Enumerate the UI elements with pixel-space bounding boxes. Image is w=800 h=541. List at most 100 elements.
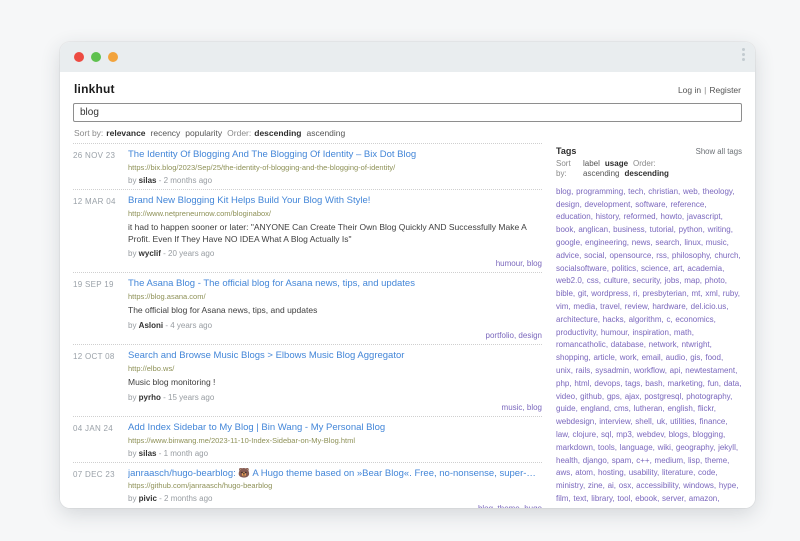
entry-tag-link[interactable]: portfolio: [486, 331, 514, 340]
sidebar-tag-link[interactable]: productivity: [556, 328, 596, 337]
sidebar-tag-link[interactable]: aws: [556, 468, 570, 477]
sidebar-tag-link[interactable]: howto: [661, 212, 682, 221]
tags-sort-option-usage[interactable]: usage: [605, 159, 628, 168]
sidebar-tag-link[interactable]: web2.0: [556, 276, 582, 285]
sidebar-tag-link[interactable]: gis: [690, 353, 700, 362]
register-link[interactable]: Register: [709, 85, 741, 95]
sidebar-tag-link[interactable]: api: [670, 366, 681, 375]
sidebar-tag-link[interactable]: presbyterian: [643, 289, 687, 298]
sidebar-tag-link[interactable]: photo: [705, 276, 725, 285]
sidebar-tag-link[interactable]: hardware: [652, 302, 685, 311]
sidebar-tag-link[interactable]: audio: [666, 353, 686, 362]
window-dot-red[interactable]: [74, 52, 84, 62]
sidebar-tag-link[interactable]: book: [556, 225, 573, 234]
sidebar-tag-link[interactable]: gps: [607, 392, 620, 401]
sidebar-tag-link[interactable]: algorithm: [629, 315, 662, 324]
sidebar-tag-link[interactable]: shopping: [556, 353, 588, 362]
sidebar-tag-link[interactable]: atom: [575, 468, 593, 477]
sidebar-tag-link[interactable]: clojure: [573, 430, 597, 439]
entry-tag-link[interactable]: blog: [478, 504, 493, 508]
sidebar-tag-link[interactable]: web: [683, 187, 698, 196]
sidebar-tag-link[interactable]: ajax: [625, 392, 640, 401]
sidebar-tag-link[interactable]: javascript: [687, 212, 721, 221]
sidebar-tag-link[interactable]: php: [556, 379, 569, 388]
sidebar-tag-link[interactable]: photography: [686, 392, 730, 401]
sidebar-tag-link[interactable]: mobile: [646, 507, 670, 508]
sidebar-tag-link[interactable]: education: [556, 212, 591, 221]
entry-tag-link[interactable]: blog: [527, 259, 542, 268]
sidebar-tag-link[interactable]: lutheran: [634, 404, 663, 413]
user-link[interactable]: silas: [139, 449, 157, 458]
sidebar-tag-link[interactable]: sysadmin: [595, 366, 629, 375]
sidebar-tag-link[interactable]: security: [633, 276, 660, 285]
brand-logo[interactable]: linkhut: [74, 82, 115, 96]
sidebar-tag-link[interactable]: ministry: [556, 481, 583, 490]
sidebar-tag-link[interactable]: dev-web: [585, 507, 615, 508]
sidebar-tag-link[interactable]: workflow: [634, 366, 665, 375]
sidebar-tag-link[interactable]: design: [556, 200, 580, 209]
sidebar-tag-link[interactable]: webdesign: [556, 417, 594, 426]
sidebar-tag-link[interactable]: tutorial: [650, 225, 674, 234]
sidebar-tag-link[interactable]: newtestament: [685, 366, 735, 375]
sidebar-tag-link[interactable]: theme: [705, 456, 727, 465]
sidebar-tag-link[interactable]: christian: [648, 187, 678, 196]
bookmark-title-link[interactable]: The Identity Of Blogging And The Bloggin…: [128, 149, 542, 162]
sidebar-tag-link[interactable]: geography: [676, 443, 713, 452]
sidebar-tag-link[interactable]: reference: [670, 200, 704, 209]
sidebar-tag-link[interactable]: library: [591, 494, 612, 503]
sidebar-tag-link[interactable]: wordpress: [591, 289, 628, 298]
sidebar-tag-link[interactable]: zine: [588, 481, 603, 490]
sidebar-tag-link[interactable]: rss: [656, 251, 667, 260]
sidebar-tag-link[interactable]: ruby: [723, 289, 738, 298]
sidebar-tag-link[interactable]: culture: [604, 276, 628, 285]
sidebar-tag-link[interactable]: art: [673, 264, 682, 273]
sidebar-tag-link[interactable]: unix: [556, 366, 571, 375]
sidebar-tag-link[interactable]: rails: [576, 366, 591, 375]
sidebar-tag-link[interactable]: health: [556, 456, 578, 465]
sidebar-tag-link[interactable]: css: [587, 276, 599, 285]
sidebar-tag-link[interactable]: travel: [600, 302, 620, 311]
sidebar-tag-link[interactable]: academia: [687, 264, 722, 273]
sidebar-tag-link[interactable]: jekyll: [718, 443, 736, 452]
user-link[interactable]: wyclif: [139, 249, 161, 258]
sort-option-recency[interactable]: recency: [151, 128, 181, 138]
sidebar-tag-link[interactable]: c: [666, 315, 670, 324]
entry-tag-link[interactable]: hugo: [524, 504, 542, 508]
tags-order-option-descending[interactable]: descending: [624, 169, 668, 178]
sidebar-tag-link[interactable]: devops: [594, 379, 620, 388]
sidebar-tag-link[interactable]: romancatholic: [556, 340, 606, 349]
user-link[interactable]: pyrho: [139, 393, 161, 402]
sidebar-tag-link[interactable]: hosting: [598, 468, 624, 477]
sidebar-tag-link[interactable]: history: [596, 212, 619, 221]
sidebar-tag-link[interactable]: markdown: [556, 443, 593, 452]
sidebar-tag-link[interactable]: hype: [719, 481, 736, 490]
sidebar-tag-link[interactable]: email: [642, 353, 661, 362]
sidebar-tag-link[interactable]: anglican: [578, 225, 608, 234]
sidebar-tag-link[interactable]: literature: [662, 468, 693, 477]
sidebar-tag-link[interactable]: mp3: [616, 430, 632, 439]
sidebar-tag-link[interactable]: webdev: [637, 430, 664, 439]
sidebar-tag-link[interactable]: engineering: [585, 238, 627, 247]
sidebar-tag-link[interactable]: bash: [645, 379, 662, 388]
sidebar-tag-link[interactable]: blog: [556, 187, 571, 196]
sidebar-tag-link[interactable]: philosophy: [672, 251, 710, 260]
sidebar-tag-link[interactable]: science: [641, 264, 668, 273]
sidebar-tag-link[interactable]: advice: [556, 251, 579, 260]
sidebar-tag-link[interactable]: del.icio.us: [691, 302, 727, 311]
sidebar-tag-link[interactable]: database: [611, 340, 644, 349]
sidebar-tag-link[interactable]: film: [556, 494, 568, 503]
sidebar-tag-link[interactable]: uk: [657, 417, 665, 426]
sidebar-tag-link[interactable]: inspiration: [632, 328, 668, 337]
sort-option-relevance[interactable]: relevance: [106, 128, 145, 138]
sidebar-tag-link[interactable]: finance: [700, 417, 726, 426]
sidebar-tag-link[interactable]: business: [613, 225, 645, 234]
search-input[interactable]: [73, 103, 742, 122]
sidebar-tag-link[interactable]: spam: [612, 456, 632, 465]
user-link[interactable]: pivic: [139, 494, 157, 503]
sidebar-tag-link[interactable]: reformed: [624, 212, 656, 221]
sidebar-tag-link[interactable]: music: [706, 238, 727, 247]
sidebar-tag-link[interactable]: architecture: [556, 315, 598, 324]
sidebar-tag-link[interactable]: ntwright: [682, 340, 710, 349]
bookmark-title-link[interactable]: The Asana Blog - The official blog for A…: [128, 278, 542, 291]
sidebar-tag-link[interactable]: sql: [601, 430, 611, 439]
